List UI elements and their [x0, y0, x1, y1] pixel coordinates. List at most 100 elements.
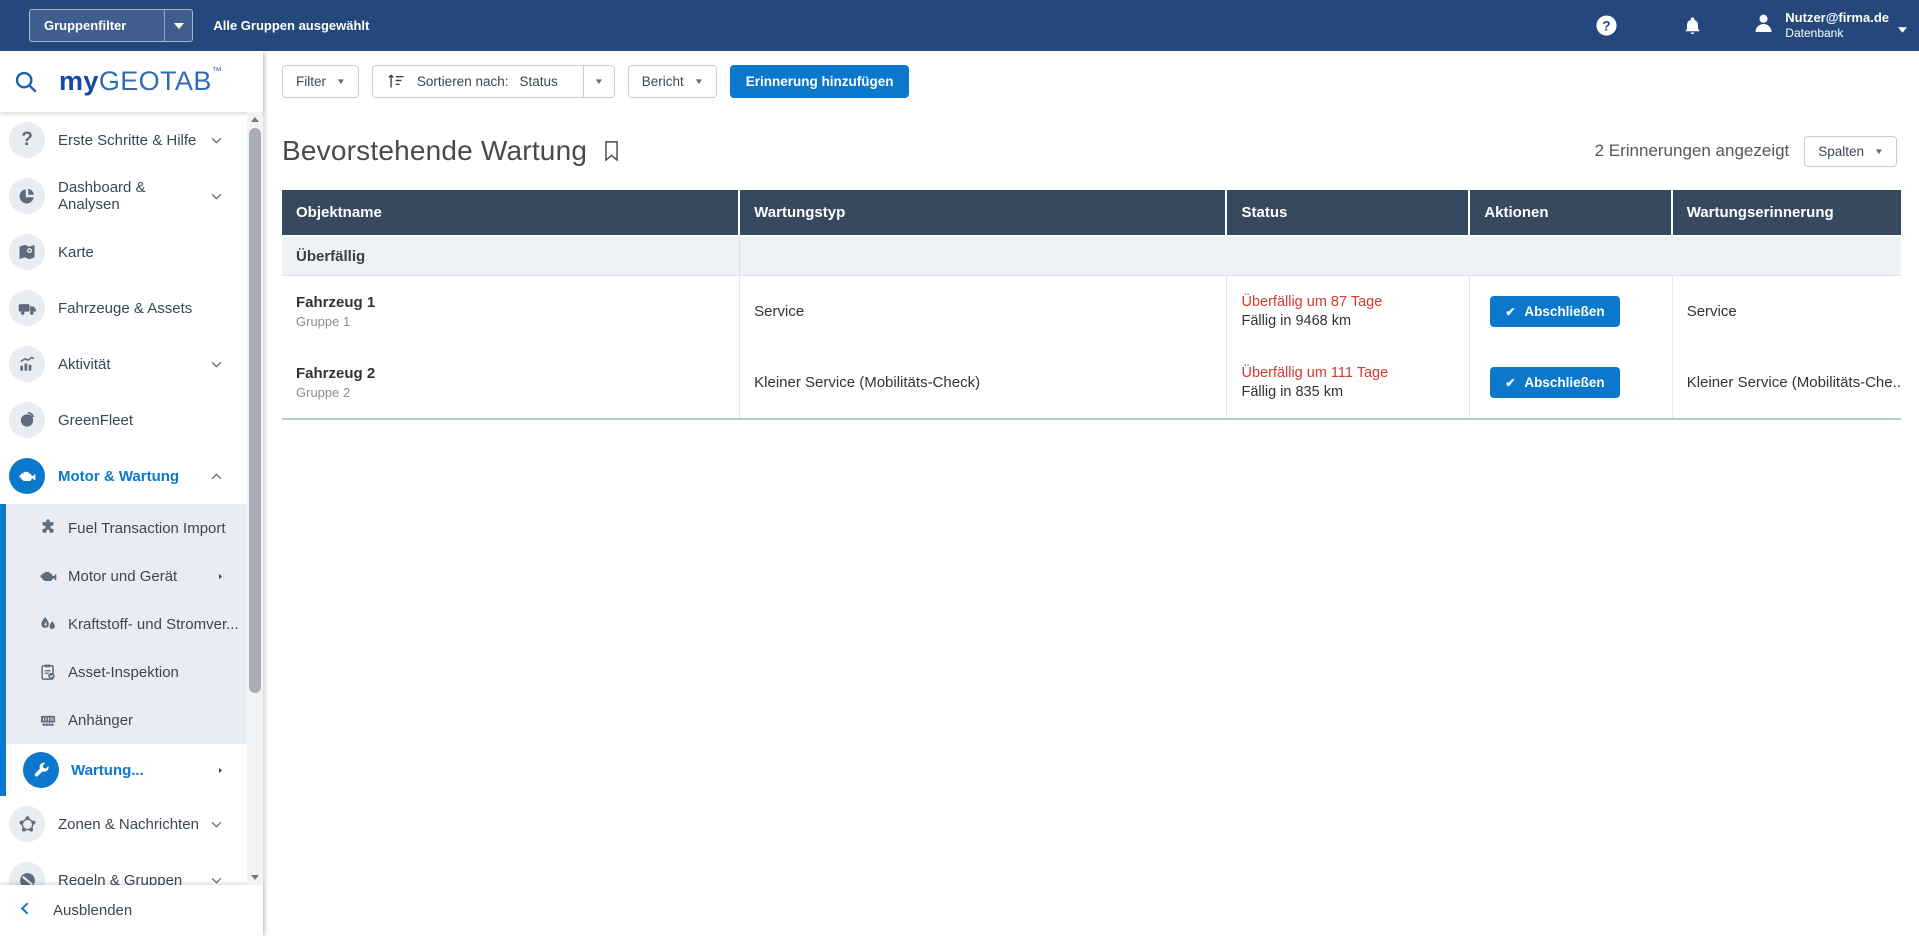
- table-row-2-actions-cell: ✔ Abschließen: [1470, 347, 1672, 418]
- caret-down-icon: ▼: [1874, 147, 1884, 156]
- group-filter-button[interactable]: Gruppenfilter: [29, 9, 193, 42]
- check-icon: ✔: [1505, 305, 1515, 319]
- scroll-down-arrow[interactable]: [247, 870, 263, 885]
- sidebar-item-greenfleet[interactable]: GreenFleet: [0, 392, 247, 448]
- no-entry-icon: [9, 862, 45, 885]
- chevron-down-icon: [210, 134, 223, 147]
- sort-prefix: Sortieren nach:: [417, 74, 509, 89]
- sort-value: Status: [519, 74, 557, 89]
- vehicle-name: Fahrzeug 2: [296, 365, 739, 382]
- sidebar-item-fahrzeuge[interactable]: Fahrzeuge & Assets: [0, 280, 247, 336]
- sidebar-item-erste-schritte[interactable]: ? Erste Schritte & Hilfe: [0, 112, 247, 168]
- sidebar-item-aktivitaet[interactable]: Aktivität: [0, 336, 247, 392]
- wrench-icon: [23, 752, 59, 788]
- sidebar-item-zonen-nachrichten[interactable]: Zonen & Nachrichten: [0, 796, 247, 852]
- check-icon: ✔: [1505, 376, 1515, 390]
- chevron-down-icon: [210, 874, 223, 886]
- chevron-down-icon: [210, 190, 223, 203]
- column-header-aktionen[interactable]: Aktionen: [1470, 190, 1672, 235]
- table-row-1-status-cell: Überfällig um 87 Tage Fällig in 9468 km: [1227, 276, 1470, 347]
- sort-icon: [387, 72, 406, 92]
- filter-button[interactable]: Filter ▼: [282, 65, 359, 98]
- mygeotab-logo: myGEOTAB™: [59, 66, 222, 97]
- groups-selected-text: Alle Gruppen ausgewählt: [213, 18, 369, 33]
- status-overdue: Überfällig um 87 Tage: [1241, 294, 1469, 310]
- columns-button[interactable]: Spalten ▼: [1804, 136, 1897, 167]
- table-body: Fahrzeug 1 Gruppe 1 Service Überfällig u…: [282, 276, 1901, 420]
- search-icon[interactable]: [13, 69, 39, 95]
- table-row-1-name-cell: Fahrzeug 1 Gruppe 1: [282, 276, 740, 347]
- engine-icon: [36, 566, 60, 586]
- toolbar: Filter ▼ Sortieren nach: Status ▼ Berich…: [263, 51, 1919, 112]
- status-overdue: Überfällig um 111 Tage: [1241, 365, 1469, 381]
- chevron-down-icon: [210, 358, 223, 371]
- sidebar-subitem-fuel-transaction-import[interactable]: Fuel Transaction Import: [0, 504, 247, 552]
- sidebar-hide-button[interactable]: Ausblenden: [0, 885, 263, 936]
- bookmark-icon[interactable]: [602, 139, 621, 163]
- scrollbar-thumb[interactable]: [249, 128, 261, 693]
- zones-icon: [9, 806, 45, 842]
- column-header-objektname[interactable]: Objektname: [282, 190, 740, 235]
- scroll-up-arrow[interactable]: [247, 112, 263, 127]
- vehicle-group: Gruppe 1: [296, 314, 739, 329]
- sidebar-scrollbar[interactable]: [247, 112, 263, 885]
- status-due: Fällig in 835 km: [1241, 384, 1469, 400]
- status-due: Fällig in 9468 km: [1241, 313, 1469, 329]
- add-reminder-button[interactable]: Erinnerung hinzufügen: [730, 65, 910, 98]
- leaf-icon: [9, 402, 45, 438]
- report-button[interactable]: Bericht ▼: [628, 65, 717, 98]
- chevron-down-icon: [1898, 20, 1907, 38]
- group-label: Überfällig: [282, 237, 740, 275]
- chevron-up-icon: [210, 470, 223, 483]
- caret-down-icon: ▼: [336, 77, 346, 86]
- puzzle-icon: [36, 518, 60, 538]
- sidebar-item-dashboard[interactable]: Dashboard & Analysen: [0, 168, 247, 224]
- complete-button[interactable]: ✔ Abschließen: [1490, 296, 1619, 327]
- sidebar-nav: ? Erste Schritte & Hilfe Dashboard & Ana…: [0, 112, 247, 885]
- sidebar-item-karte[interactable]: Karte: [0, 224, 247, 280]
- user-email: Nutzer@firma.de: [1785, 10, 1889, 26]
- pie-chart-icon: [9, 178, 45, 214]
- column-header-wartungserinnerung[interactable]: Wartungserinnerung: [1673, 190, 1901, 235]
- table-row-2-type-cell: Kleiner Service (Mobilitäts-Check): [740, 347, 1227, 418]
- user-database: Datenbank: [1785, 26, 1889, 41]
- sort-caret-button[interactable]: ▼: [583, 66, 614, 97]
- activity-chart-icon: [9, 346, 45, 382]
- table-row-1-reminder-cell: Service: [1673, 276, 1901, 347]
- page-title: Bevorstehende Wartung: [282, 135, 587, 167]
- sidebar-item-regeln-gruppen[interactable]: Regeln & Gruppen: [0, 852, 247, 885]
- vehicle-name: Fahrzeug 1: [296, 294, 739, 311]
- sidebar-subitem-wartung[interactable]: Wartung...: [0, 744, 247, 796]
- sidebar-subitem-asset-inspektion[interactable]: Asset-Inspektion: [0, 648, 247, 696]
- maintenance-table: Objektname Wartungstyp Status Aktionen W…: [282, 190, 1901, 420]
- table-group-row: Überfällig: [282, 237, 1901, 276]
- notifications-bell-icon[interactable]: [1682, 15, 1703, 37]
- user-menu[interactable]: Nutzer@firma.de Datenbank: [1751, 10, 1907, 41]
- topbar-right: ? Nutzer@firma.de Datenbank: [1595, 10, 1907, 41]
- complete-button[interactable]: ✔ Abschließen: [1490, 367, 1619, 398]
- arrow-right-icon: [216, 572, 225, 581]
- table-row-1-type-cell: Service: [740, 276, 1227, 347]
- sidebar: myGEOTAB™ ? Erste Schritte & Hilfe Dashb…: [0, 51, 263, 936]
- help-icon[interactable]: ?: [1595, 14, 1618, 37]
- sidebar-subitem-kraftstoff-strom[interactable]: Kraftstoff- und Stromver...: [0, 600, 247, 648]
- main-content: Filter ▼ Sortieren nach: Status ▼ Berich…: [263, 51, 1919, 936]
- table-row-2-status-cell: Überfällig um 111 Tage Fällig in 835 km: [1227, 347, 1470, 418]
- user-avatar-icon: [1751, 11, 1776, 41]
- sort-button[interactable]: Sortieren nach: Status ▼: [372, 65, 615, 98]
- column-header-wartungstyp[interactable]: Wartungstyp: [740, 190, 1227, 235]
- clipboard-check-icon: [36, 662, 60, 682]
- chevron-down-icon[interactable]: [164, 10, 192, 41]
- table-header-row: Objektname Wartungstyp Status Aktionen W…: [282, 190, 1901, 237]
- question-icon: ?: [9, 122, 45, 158]
- table-row-1-actions-cell: ✔ Abschließen: [1470, 276, 1672, 347]
- reminder-count: 2 Erinnerungen angezeigt: [1595, 141, 1790, 161]
- column-header-status[interactable]: Status: [1227, 190, 1470, 235]
- fuel-drops-icon: [36, 614, 60, 634]
- sidebar-subitem-anhaenger[interactable]: Anhänger: [0, 696, 247, 744]
- motor-wartung-submenu: Fuel Transaction Import Motor und Gerät …: [0, 504, 247, 796]
- sidebar-header: myGEOTAB™: [0, 51, 263, 112]
- sidebar-subitem-motor-und-geraet[interactable]: Motor und Gerät: [0, 552, 247, 600]
- sidebar-item-motor-wartung[interactable]: Motor & Wartung: [0, 448, 247, 504]
- chevron-left-icon: [17, 900, 34, 922]
